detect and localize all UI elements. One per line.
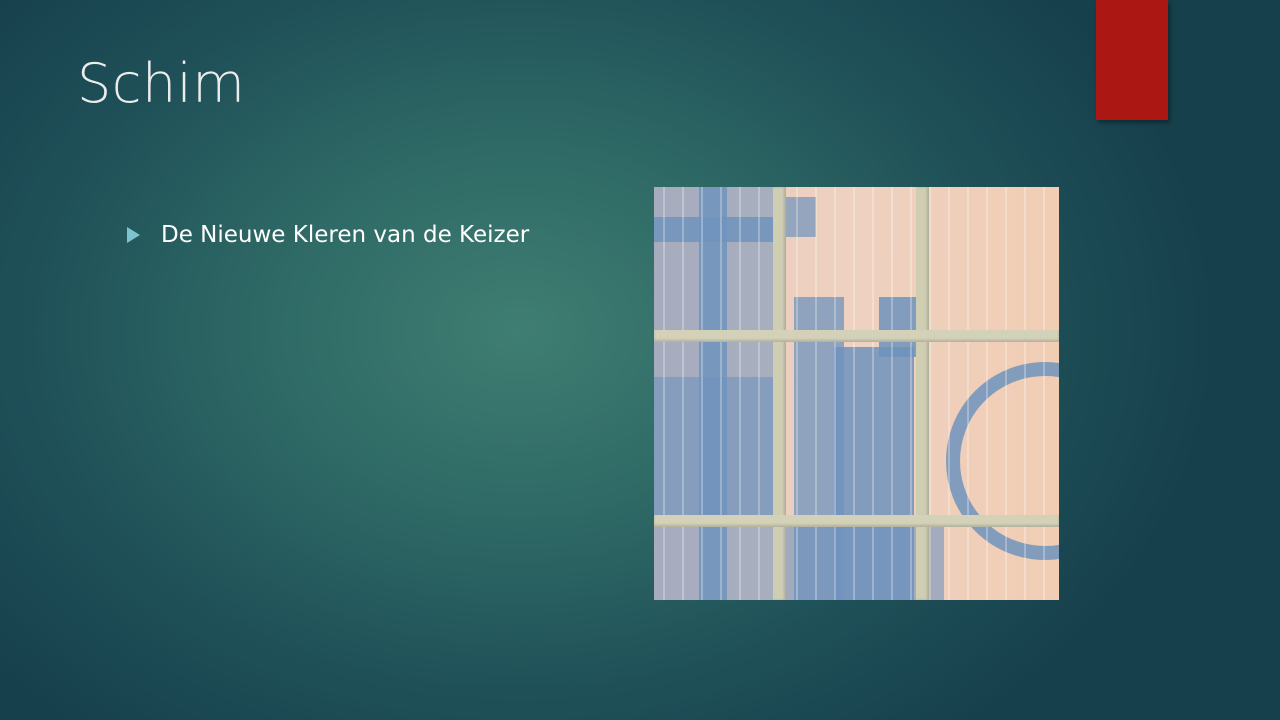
bullet-item: De Nieuwe Kleren van de Keizer [127,222,529,248]
window-silhouette-image [654,187,1059,600]
triangle-bullet-icon [127,227,140,243]
red-accent-bar [1096,0,1168,120]
bullet-text: De Nieuwe Kleren van de Keizer [161,222,530,248]
slide-title: Schim [77,52,246,115]
